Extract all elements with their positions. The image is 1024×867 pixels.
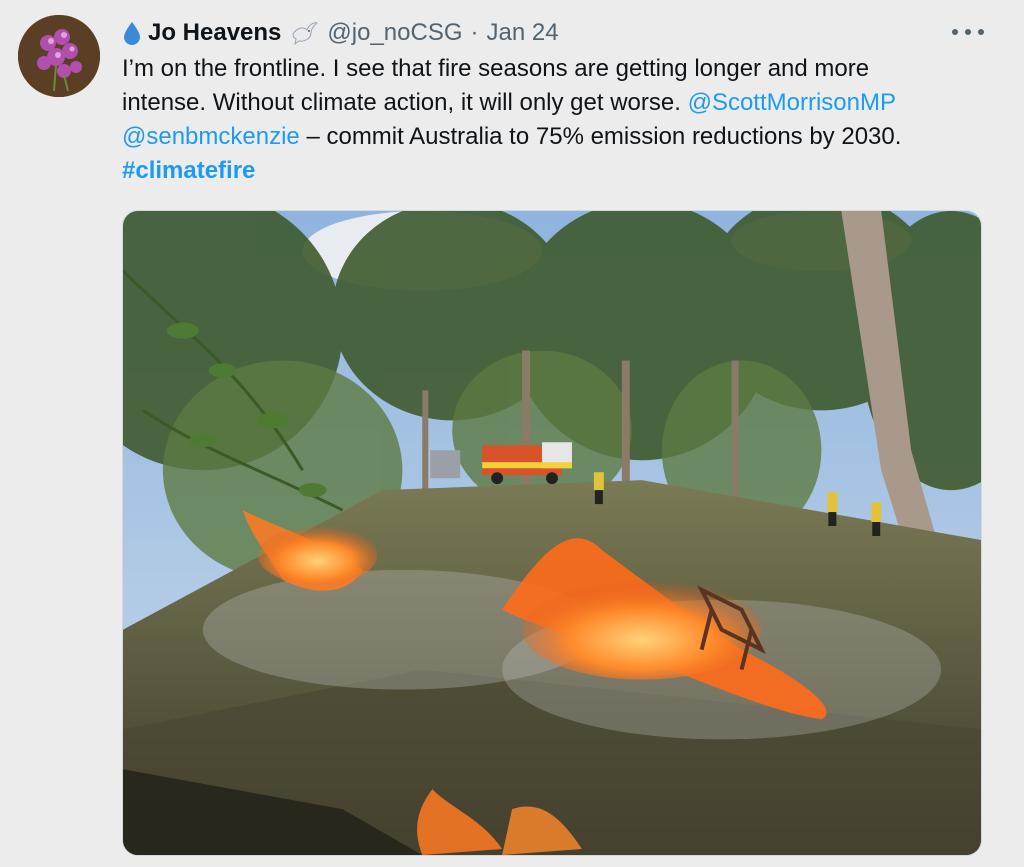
more-options-icon[interactable] (952, 22, 984, 42)
avatar-flower-image (18, 15, 100, 97)
tweet-photo[interactable] (122, 210, 982, 856)
author-handle[interactable]: @jo_noCSG (327, 19, 462, 47)
dove-icon (289, 20, 319, 46)
tweet-card[interactable]: Jo Heavens @jo_noCSG · Jan 24 I’m on the… (0, 0, 1024, 867)
more-dot (978, 29, 984, 35)
mention-link-senbmckenzie[interactable]: @senbmckenzie (122, 123, 300, 150)
mention-link-scottmorrisonmp[interactable]: @ScottMorrisonMP (688, 89, 896, 116)
tweet-text-line2: intense. Without climate action, it will… (122, 89, 688, 116)
tweet-header: Jo Heavens @jo_noCSG · Jan 24 (122, 16, 559, 50)
hashtag-link-climatefire[interactable]: #climatefire (122, 157, 255, 184)
tweet-text-line3: – commit Australia to 75% emission reduc… (299, 123, 902, 150)
header-separator: · (470, 19, 479, 46)
more-dot (965, 29, 971, 35)
tweet-text: I’m on the frontline. I see that fire se… (122, 52, 992, 188)
tweet-text-line1: I’m on the frontline. I see that fire se… (122, 55, 870, 82)
water-drop-icon (122, 20, 142, 46)
bushfire-photo-image (123, 211, 981, 855)
avatar[interactable] (18, 15, 100, 97)
tweet-date[interactable]: Jan 24 (487, 19, 559, 47)
more-dot (952, 29, 958, 35)
author-name[interactable]: Jo Heavens (148, 19, 281, 47)
